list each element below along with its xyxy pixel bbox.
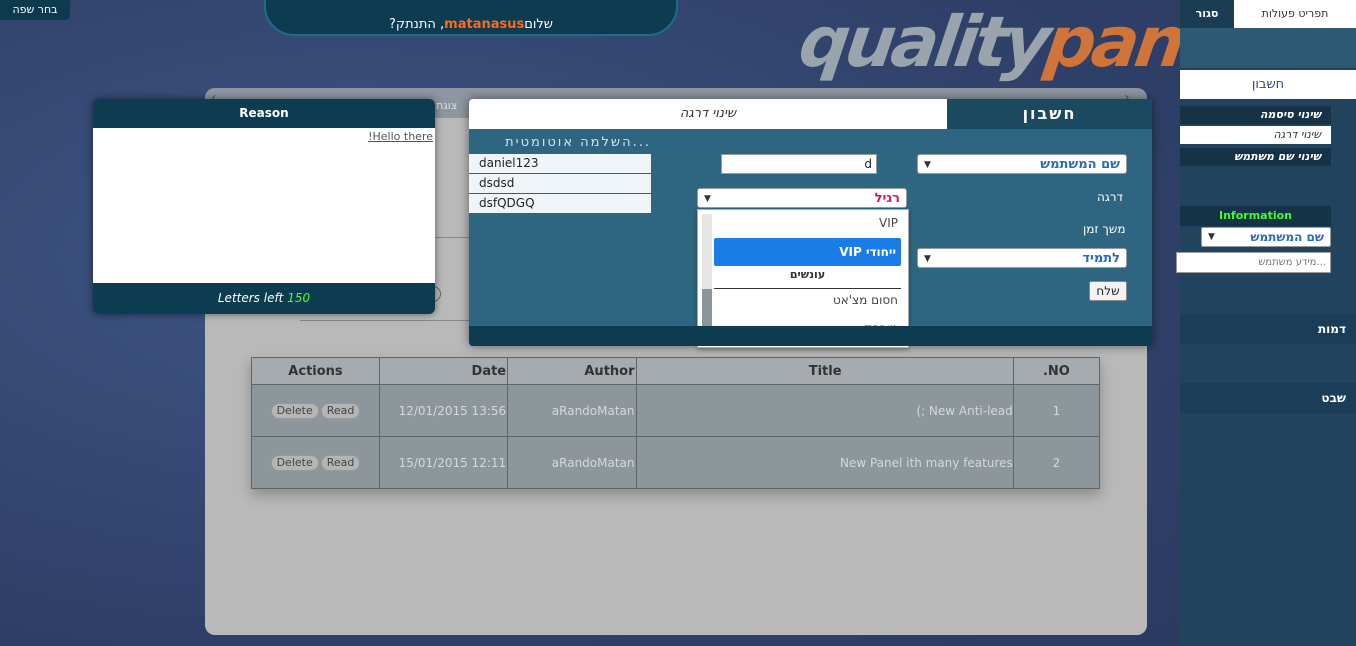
tab-account[interactable]: חשבון [947,99,1152,129]
row-author: aRandoMatan [507,436,637,489]
account-tabs: שינוי דרגה חשבון [469,99,1152,129]
reason-title: Reason [239,106,289,120]
row-no: 2 [1012,436,1101,489]
rank-select-value: רגיל [874,191,900,206]
greeting-username[interactable]: matanasus [444,17,524,32]
sidebar-section-tribe[interactable]: שבט [1180,383,1356,413]
reason-text: !Hello there [368,130,433,143]
sidebar-section-characters[interactable]: דמות [1180,314,1356,344]
read-button[interactable]: Read [320,402,361,419]
logout-link[interactable]: , התנתק? [389,17,444,32]
option-chat-block[interactable]: חסום מצ'אט [833,293,898,307]
letters-left: Letters left 150 [93,283,435,314]
username-input[interactable]: d [721,154,877,174]
row-title: (; New Anti-lead [635,384,1014,437]
account-popup: שינוי דרגה חשבון השלמה אוטומטית... danie… [469,99,1152,348]
account-popup-footer [469,326,1152,346]
search-type-value: שם המשתמש [1040,157,1120,172]
row-author: aRandoMatan [507,384,637,437]
sidebar-link-change-rank[interactable]: שינוי דרגה [1180,126,1331,144]
dropdown-scrollbar[interactable] [702,214,712,343]
greeting-bar: שלום matanasus , התנתק? [264,0,678,36]
row-no: 1 [1012,384,1101,437]
logo-part-quality: quality [794,1,1053,83]
rank-label: דרגה [1097,190,1124,204]
sidebar: סגור תפריט פעולות חשבון שינוי סיסמה שינו… [1176,0,1356,646]
letters-left-label: Letters left [217,291,284,305]
autocomplete-item[interactable]: dsfQDGQ [469,194,651,214]
autocomplete-item[interactable]: daniel123 [469,154,651,174]
greeting-prefix: שלום [524,17,554,32]
col-author: Author [507,357,637,385]
divider [300,320,470,321]
language-button[interactable]: בחר שפה [0,0,70,20]
option-vip[interactable]: VIP [879,216,898,230]
send-button[interactable]: שלח [1089,281,1127,301]
letters-left-count: 150 [287,291,311,305]
read-button[interactable]: Read [320,454,361,471]
delete-button[interactable]: Delete [270,454,319,471]
table-row: Delete Read 15/01/2015 12:11 aRandoMatan … [251,436,1101,489]
col-title: Title [635,357,1014,385]
col-date: Date [378,357,509,385]
option-vip-special[interactable]: VIP ייחודי [714,238,901,266]
search-type-select[interactable]: ▼ שם המשתמש [917,154,1127,174]
information-select-value: שם המשתמש [1250,230,1324,244]
sidebar-item-account[interactable]: חשבון [1180,70,1356,99]
chevron-down-icon: ▼ [924,160,931,170]
sidebar-close-tab[interactable]: סגור [1180,0,1234,28]
tab-fragment: צוגת [436,99,458,112]
chevron-down-icon: ▼ [1208,232,1215,242]
row-actions: Delete Read [251,436,380,489]
table-row: Delete Read 12/01/2015 13:56 aRandoMatan … [251,384,1101,437]
delete-button[interactable]: Delete [270,402,319,419]
row-date: 15/01/2015 12:11 [378,436,509,489]
col-no: .NO [1012,357,1101,385]
reason-textarea[interactable]: !Hello there [93,128,435,283]
row-title: New Panel ith many features [635,436,1014,489]
reason-popup: Reason !Hello there Letters left 150 [93,99,435,314]
row-date: 12/01/2015 13:56 [378,384,509,437]
row-actions: Delete Read [251,384,380,437]
news-table: Actions Date Author Title .NO Delete Read… [251,357,1101,489]
col-actions: Actions [251,357,380,385]
autocomplete-item[interactable]: dsdsd [469,174,651,194]
sidebar-band [1180,28,1356,68]
divider [714,288,901,289]
information-select[interactable]: ▼ שם המשתמש [1201,227,1331,247]
chevron-down-icon: ▼ [924,254,931,264]
chevron-down-icon: ▼ [704,194,711,204]
autocomplete-title: השלמה אוטומטית... [505,135,651,150]
option-group-punishments: עונשים [789,268,826,281]
sidebar-link-change-password[interactable]: שינוי סיסמה [1180,106,1331,124]
sidebar-actions-tab[interactable]: תפריט פעולות [1234,0,1356,28]
duration-value: לתמיד [1082,251,1120,266]
information-title: Information [1180,206,1331,226]
user-info-input[interactable]: מידע משתמש... [1176,252,1331,273]
duration-label: משך זמן [1083,222,1126,236]
rank-select[interactable]: ▼ רגיל [697,188,907,208]
sidebar-link-change-username[interactable]: שינוי שם משתמש [1180,148,1331,166]
duration-select[interactable]: ▼ לתמיד [917,248,1127,268]
tab-change-rank[interactable]: שינוי דרגה [469,99,947,129]
autocomplete-list: daniel123 dsdsd dsfQDGQ [469,154,651,214]
